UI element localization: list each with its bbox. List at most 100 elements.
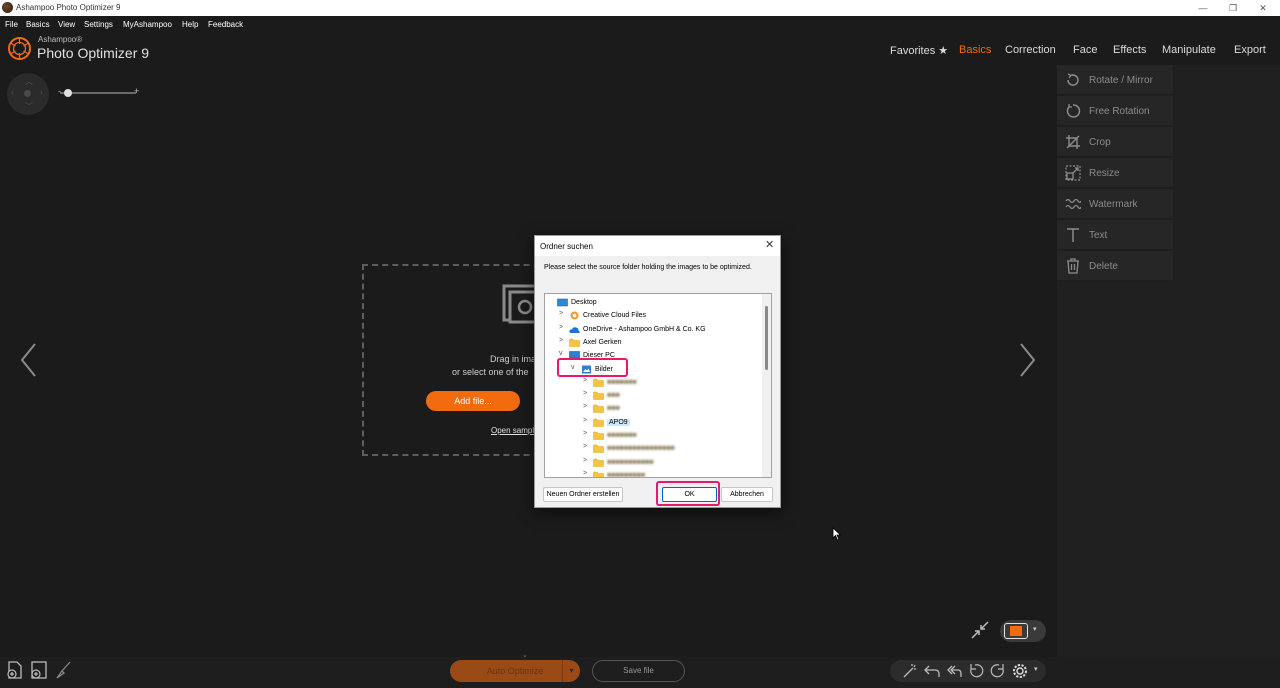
pan-up-icon[interactable]: ︿ <box>25 76 33 87</box>
add-file-button[interactable]: Add file... <box>426 391 520 411</box>
tool-crop[interactable]: Crop <box>1057 127 1173 157</box>
pan-center[interactable] <box>24 90 31 97</box>
chevron-down-icon[interactable]: ▾ <box>1033 625 1037 633</box>
tab-manipulate[interactable]: Manipulate <box>1162 44 1216 56</box>
chevron-right-icon[interactable]: > <box>583 457 591 464</box>
tab-face[interactable]: Face <box>1073 44 1097 56</box>
menu-bar: File Basics View Settings MyAshampoo Hel… <box>0 16 1280 33</box>
tab-favorites[interactable]: Favorites ★ <box>890 44 948 57</box>
next-image-icon[interactable] <box>1016 340 1040 380</box>
tree-item-label: ■■■■■■■■■ <box>607 471 646 478</box>
pan-down-icon[interactable]: ﹀ <box>25 101 33 112</box>
chevron-right-icon[interactable]: > <box>583 417 591 424</box>
auto-optimize-button[interactable]: Auto Optimize <box>450 660 580 682</box>
tool-watermark[interactable]: Watermark <box>1057 189 1173 219</box>
chevron-right-icon[interactable]: > <box>583 470 591 477</box>
undo-all-icon[interactable] <box>946 663 962 679</box>
trash-icon <box>1067 258 1079 274</box>
tool-delete[interactable]: Delete <box>1057 251 1173 281</box>
tool-rotate-mirror[interactable]: Rotate / Mirror <box>1057 65 1173 95</box>
brush-clear-icon[interactable] <box>54 660 72 680</box>
scrollbar-thumb[interactable] <box>765 306 768 370</box>
save-file-button[interactable]: Save file <box>592 660 685 682</box>
folder-tree[interactable]: Desktop > Creative Cloud Files > OneDrive - … <box>544 293 772 478</box>
menu-myashampoo[interactable]: MyAshampoo <box>123 20 172 29</box>
auto-optimize-dropdown[interactable]: ▾ <box>562 660 580 682</box>
chevron-right-icon[interactable]: > <box>583 430 591 437</box>
pan-control[interactable]: ︿ ‹ › ﹀ <box>7 73 49 115</box>
app-header: Ashampoo® Photo Optimizer 9 Favorites ★ … <box>0 33 1280 65</box>
add-folder-icon[interactable] <box>30 660 48 680</box>
rotate-icon <box>1067 73 1079 86</box>
maximize-button[interactable]: ❐ <box>1218 1 1248 15</box>
rotate-right-icon[interactable] <box>990 663 1006 679</box>
tool-label: Text <box>1089 230 1108 241</box>
menu-basics[interactable]: Basics <box>26 20 50 29</box>
cancel-button[interactable]: Abbrechen <box>721 487 773 502</box>
view-mode-fill <box>1010 626 1022 636</box>
desktop-icon <box>557 298 568 307</box>
chevron-right-icon[interactable]: > <box>559 310 567 317</box>
tool-text[interactable]: Text <box>1057 220 1173 250</box>
zoom-out-icon[interactable]: - <box>58 86 61 96</box>
gear-icon[interactable] <box>1012 663 1028 679</box>
new-folder-button[interactable]: Neuen Ordner erstellen <box>543 487 623 502</box>
undo-icon[interactable] <box>924 663 940 679</box>
tool-label: Free Rotation <box>1089 106 1150 117</box>
chevron-right-icon[interactable]: > <box>583 443 591 450</box>
close-window-button[interactable]: ✕ <box>1248 1 1278 15</box>
tree-item-label: ■■■ <box>607 392 620 400</box>
tool-label: Delete <box>1089 261 1118 272</box>
tree-scrollbar[interactable] <box>762 294 771 477</box>
menu-feedback[interactable]: Feedback <box>208 20 243 29</box>
folder-icon <box>593 458 604 467</box>
free-rotation-icon <box>1066 104 1081 118</box>
magic-wand-icon[interactable] <box>902 663 918 679</box>
chevron-right-icon[interactable]: > <box>583 403 591 410</box>
rotate-left-icon[interactable] <box>968 663 984 679</box>
compress-view-icon[interactable] <box>970 620 990 640</box>
open-sample-link[interactable]: Open sampl <box>491 426 534 435</box>
highlight-ok-annotation <box>656 481 720 506</box>
menu-file[interactable]: File <box>5 20 18 29</box>
tool-free-rotation[interactable]: Free Rotation <box>1057 96 1173 126</box>
chevron-right-icon[interactable]: > <box>583 377 591 384</box>
zoom-slider-handle[interactable] <box>64 89 73 97</box>
tab-basics[interactable]: Basics <box>959 44 991 56</box>
folder-icon <box>593 391 604 400</box>
tab-export[interactable]: Export <box>1234 44 1266 56</box>
chevron-right-icon[interactable]: > <box>583 390 591 397</box>
chevron-right-icon[interactable]: > <box>559 324 567 331</box>
close-icon[interactable]: ✕ <box>765 238 774 251</box>
drop-hint-line2: or select one of the <box>452 367 529 377</box>
window-title: Ashampoo Photo Optimizer 9 <box>16 3 121 12</box>
bottom-toolbar: Auto Optimize ▾ Save file ▾ <box>0 657 1280 688</box>
menu-settings[interactable]: Settings <box>84 20 113 29</box>
view-mode-toggle[interactable]: ▾ <box>1000 620 1046 642</box>
pan-right-icon[interactable]: › <box>40 88 43 97</box>
ashampoo-logo-icon <box>8 37 31 60</box>
menu-view[interactable]: View <box>58 20 75 29</box>
chevron-down-icon[interactable]: v <box>559 350 567 357</box>
tool-label: Rotate / Mirror <box>1089 75 1153 86</box>
chevron-down-icon[interactable]: ▾ <box>1034 665 1038 673</box>
previous-image-icon[interactable] <box>16 340 40 380</box>
tree-item-label: Creative Cloud Files <box>583 312 647 320</box>
resize-icon <box>1065 165 1081 181</box>
tab-correction[interactable]: Correction <box>1005 44 1056 56</box>
folder-icon <box>593 405 604 414</box>
add-file-icon[interactable] <box>6 660 24 680</box>
tool-label: Crop <box>1089 137 1111 148</box>
folder-icon <box>569 338 580 347</box>
tool-panel: Rotate / Mirror Free Rotation Crop Resiz… <box>1057 65 1280 657</box>
menu-help[interactable]: Help <box>182 20 198 29</box>
pan-left-icon[interactable]: ‹ <box>11 88 14 97</box>
cloud-icon <box>569 326 580 333</box>
tab-effects[interactable]: Effects <box>1113 44 1146 56</box>
folder-icon <box>593 445 604 454</box>
mouse-cursor-icon <box>832 527 842 541</box>
minimize-button[interactable]: — <box>1188 1 1218 15</box>
tool-resize[interactable]: Resize <box>1057 158 1173 188</box>
zoom-in-icon[interactable]: + <box>134 86 139 96</box>
chevron-right-icon[interactable]: > <box>559 337 567 344</box>
